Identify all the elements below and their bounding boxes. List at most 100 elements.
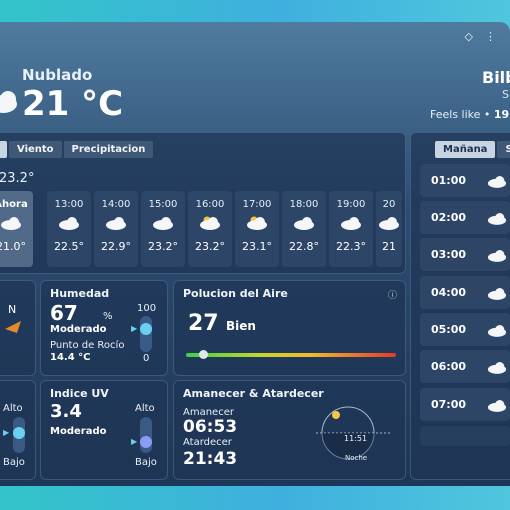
air-quality-bar <box>186 353 396 357</box>
current-temperature: 21 °C <box>22 84 124 124</box>
uv-top-label: Alto <box>135 403 155 414</box>
dew-point-label: Punto de Rocío <box>50 340 125 351</box>
solar-noon-time: 11:51 <box>344 434 368 443</box>
daily-row[interactable]: 03:00 <box>420 238 510 271</box>
uv-title: Indice UV <box>50 387 109 400</box>
hour-card[interactable]: 18:00 22.8° <box>282 191 326 267</box>
hour-temp: 22.5° <box>54 240 84 253</box>
daily-row[interactable]: 05:00 <box>420 313 510 346</box>
daily-row[interactable]: 04:00 <box>420 276 510 309</box>
uv-value: 3.4 <box>50 401 82 422</box>
info-icon[interactable]: ⓘ <box>388 288 397 301</box>
cloud-icon <box>376 216 402 230</box>
row-time: 07:00 <box>431 398 467 411</box>
feels-like: Feels like • 19. <box>430 108 510 121</box>
cloud-sun-icon <box>0 91 17 113</box>
wind-direction: N <box>8 303 17 316</box>
cloud-sun-icon <box>188 216 232 230</box>
air-quality-title: Polucion del Aire <box>183 287 288 300</box>
air-quality-value: 27 <box>188 311 219 336</box>
feels-like-value: 19. <box>493 108 510 121</box>
cloud-icon <box>487 359 507 378</box>
cloud-icon <box>487 285 507 304</box>
cloud-icon <box>94 216 138 230</box>
sunrise-sunset-card: Amanecer & Atardecer Amanecer 06:53 Atar… <box>173 380 406 480</box>
humidity-knob <box>140 323 152 335</box>
daily-row[interactable]: 02:00 <box>420 201 510 234</box>
cloud-icon <box>487 247 507 266</box>
tab-wind[interactable]: Viento <box>9 141 62 158</box>
wind-card: N <box>0 280 36 376</box>
hour-time: Ahora <box>0 199 28 210</box>
condition-text: Nublado <box>22 66 93 84</box>
hour-time: 15:00 <box>148 199 178 210</box>
hour-card[interactable]: 20 21 <box>376 191 402 267</box>
cloud-icon <box>487 210 507 229</box>
hour-card[interactable]: 14:00 22.9° <box>94 191 138 267</box>
city-name: Bilb <box>482 68 510 87</box>
tab-tomorrow[interactable]: Mañana <box>435 141 496 158</box>
pin-icon[interactable]: ◇ <box>465 30 473 43</box>
hour-card[interactable]: 13:00 22.5° <box>47 191 91 267</box>
daily-row[interactable] <box>420 426 510 446</box>
cloud-icon <box>487 173 507 192</box>
daily-row[interactable]: 07:00 <box>420 388 510 421</box>
dew-point-value: 14.4 °C <box>50 352 91 363</box>
gauge-pointer-icon: ▶ <box>131 437 138 446</box>
hour-card[interactable]: 15:00 23.2° <box>141 191 185 267</box>
daily-tabs: Mañana S <box>435 141 510 158</box>
uv-level: Moderado <box>50 426 107 437</box>
hour-temp: 23.2° <box>148 240 178 253</box>
cloud-icon <box>141 216 185 230</box>
tab-next[interactable]: S <box>497 141 510 158</box>
humidity-card: Humedad 67 % Moderado Punto de Rocío 14.… <box>40 280 168 376</box>
feels-like-label: Feels like • <box>430 108 491 121</box>
air-quality-label: Bien <box>226 319 256 333</box>
gauge-top-label: Alto <box>3 403 23 414</box>
hour-time: 16:00 <box>195 199 225 210</box>
sunrise-time: 06:53 <box>183 417 238 437</box>
uv-index-card: Indice UV 3.4 Moderado Alto ▶ Bajo <box>40 380 168 480</box>
hour-temp: 22.3° <box>336 240 366 253</box>
hour-temp: 22.8° <box>289 240 319 253</box>
hour-card[interactable]: 16:00 23.2° <box>188 191 232 267</box>
hour-card[interactable]: 19:00 22.3° <box>329 191 373 267</box>
more-options-icon[interactable]: ⋮ <box>485 30 496 43</box>
humidity-unit: % <box>103 311 113 322</box>
humidity-scale-min: 0 <box>143 353 150 364</box>
tab-temperature[interactable] <box>0 141 7 158</box>
left-gauge-card: Alto ▶ Bajo <box>0 380 36 480</box>
gauge-pointer-icon: ▶ <box>3 428 10 437</box>
hour-time: 20 <box>382 199 396 210</box>
hour-card[interactable]: Ahora 21.0° <box>0 191 33 267</box>
hourly-forecast-card: Viento Precipitacion 23.2° Ahora 21.0° 1… <box>0 132 406 274</box>
hour-time: 17:00 <box>242 199 272 210</box>
hour-time: 13:00 <box>54 199 84 210</box>
cloud-icon <box>0 216 33 230</box>
hour-time: 19:00 <box>336 199 366 210</box>
hour-time: 18:00 <box>289 199 319 210</box>
tab-precipitation[interactable]: Precipitacion <box>63 141 154 158</box>
row-time: 04:00 <box>431 286 467 299</box>
row-time: 05:00 <box>431 323 467 336</box>
daily-row[interactable]: 01:00 <box>420 164 510 197</box>
row-time: 01:00 <box>431 174 467 187</box>
uv-knob <box>140 436 152 448</box>
daily-row[interactable]: 06:00 <box>420 350 510 383</box>
compass-arrow-icon <box>5 321 21 333</box>
window-controls: ◇ ⋮ <box>465 30 496 43</box>
sunset-label: Atardecer <box>183 437 232 448</box>
sun-title: Amanecer & Atardecer <box>183 387 324 400</box>
hour-card[interactable]: 17:00 23.1° <box>235 191 279 267</box>
max-temperature: 23.2° <box>0 171 35 186</box>
humidity-scale-max: 100 <box>137 303 157 314</box>
row-time: 03:00 <box>431 248 467 261</box>
night-label: Noche <box>345 454 368 462</box>
uv-bottom-label: Bajo <box>135 457 157 468</box>
humidity-level: Moderado <box>50 324 107 335</box>
hour-temp: 23.2° <box>195 240 225 253</box>
weather-window: ◇ ⋮ Nublado 21 °C Bilb S Feels like • 19… <box>0 22 510 486</box>
cloud-sun-icon <box>235 216 279 230</box>
cloud-icon <box>487 397 507 416</box>
hour-temp: 22.9° <box>101 240 131 253</box>
